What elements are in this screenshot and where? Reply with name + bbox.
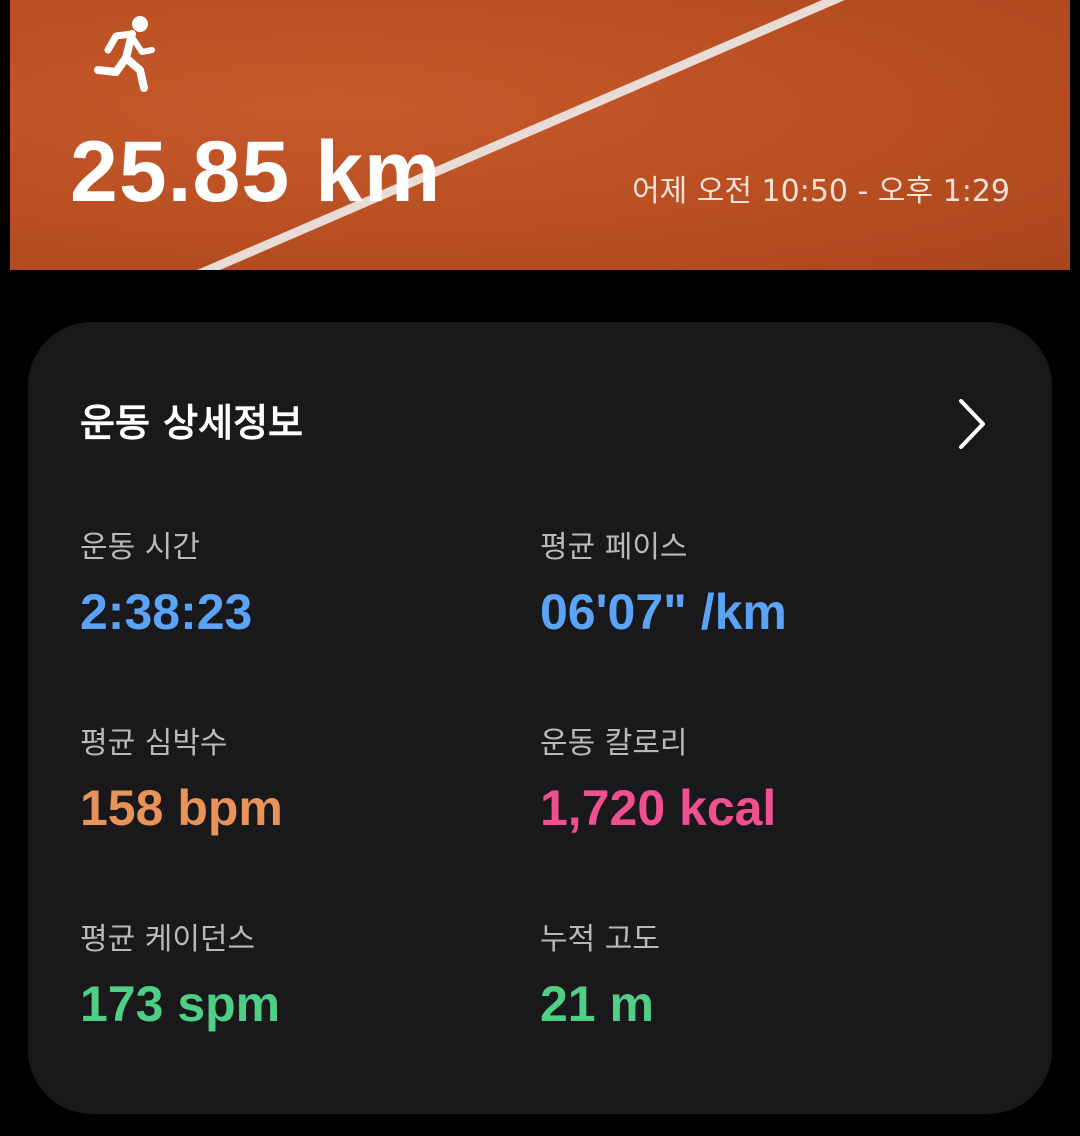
metric-value: 2:38:23 [80, 584, 253, 640]
metric-workout-time: 운동 시간 2:38:23 [80, 528, 520, 642]
metric-elevation-gain: 누적 고도 21 m [540, 920, 980, 1034]
workout-time-range: 어제 오전 10:50 - 오후 1:29 [632, 174, 1010, 209]
metric-average-cadence: 평균 케이던스 173 spm [80, 920, 520, 1034]
running-person-icon [94, 16, 155, 92]
metric-label: 누적 고도 [540, 922, 660, 957]
metric-value: 1,720 kcal [540, 780, 777, 836]
metric-label: 평균 심박수 [80, 726, 228, 761]
metric-label: 운동 시간 [80, 530, 200, 565]
workout-header-banner: 25.85 km 어제 오전 10:50 - 오후 1:29 [10, 0, 1070, 270]
workout-summary-screen: 25.85 km 어제 오전 10:50 - 오후 1:29 운동 상세정보 운… [0, 0, 1080, 1136]
workout-details-card[interactable]: 운동 상세정보 운동 시간 2:38:23 평균 페이스 06'07" /km … [28, 322, 1052, 1114]
chevron-right-icon[interactable] [956, 396, 988, 452]
workout-details-title: 운동 상세정보 [80, 401, 303, 445]
total-distance: 25.85 km [70, 124, 442, 220]
metric-label: 운동 칼로리 [540, 726, 688, 761]
metric-value: 06'07" /km [540, 584, 787, 640]
metric-average-pace: 평균 페이스 06'07" /km [540, 528, 980, 642]
metric-label: 평균 케이던스 [80, 922, 256, 957]
metric-label: 평균 페이스 [540, 530, 688, 565]
metric-average-heart-rate: 평균 심박수 158 bpm [80, 724, 520, 838]
metric-value: 158 bpm [80, 780, 283, 836]
metric-value: 173 spm [80, 976, 281, 1032]
metric-value: 21 m [540, 976, 654, 1032]
metric-calories: 운동 칼로리 1,720 kcal [540, 724, 980, 838]
